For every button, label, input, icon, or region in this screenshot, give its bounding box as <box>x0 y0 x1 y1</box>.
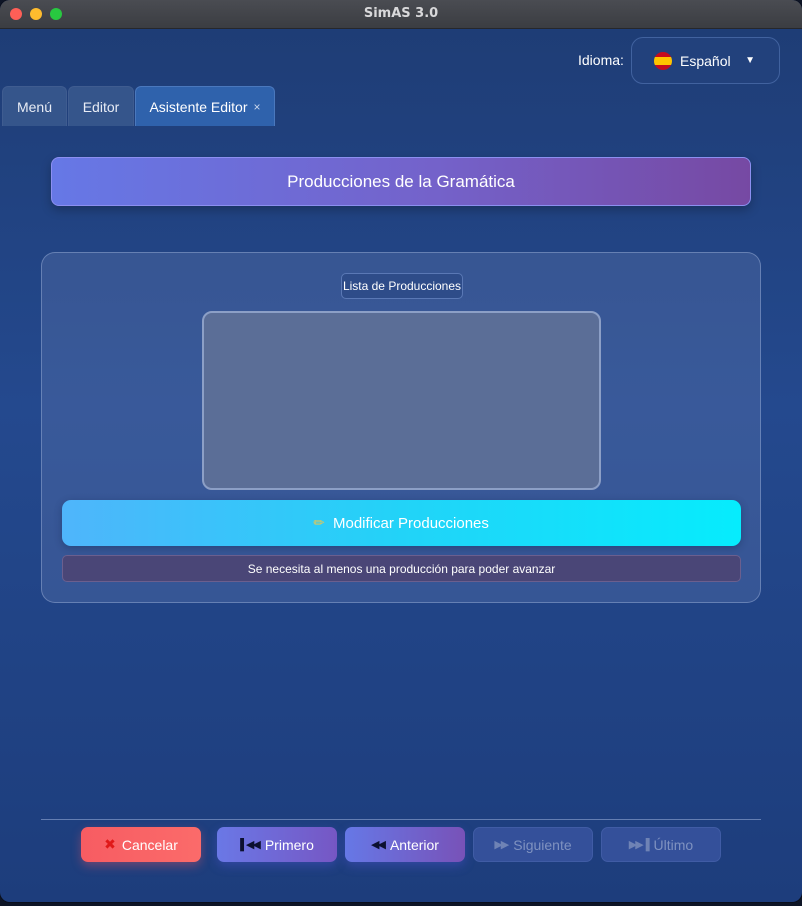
tab-label: Editor <box>82 98 120 115</box>
previous-label: Anterior <box>389 836 439 853</box>
last-button[interactable]: ▶▶▐ Último <box>601 827 721 862</box>
fast-forward-icon: ▶▶ <box>494 839 509 851</box>
validation-message: Se necesita al menos una producción para… <box>62 555 741 582</box>
language-select[interactable]: Español ▼ <box>631 37 780 84</box>
productions-panel: Lista de Producciones ✎ Modificar Produc… <box>41 252 761 603</box>
cancel-button[interactable]: ✖ Cancelar <box>81 827 201 862</box>
footer-divider <box>41 819 761 820</box>
title-bar: SimAS 3.0 <box>0 0 802 29</box>
app-window: SimAS 3.0 Idioma: Español ▼ Menú Editor … <box>0 0 802 902</box>
first-label: Primero <box>264 836 314 853</box>
tab-asistente-editor[interactable]: Asistente Editor × <box>135 86 275 126</box>
tab-label: Menú <box>16 98 53 115</box>
tab-label: Asistente Editor <box>149 98 248 115</box>
language-value: Español <box>680 53 731 69</box>
close-tab-icon[interactable]: × <box>254 100 261 114</box>
skip-last-icon: ▶▶▐ <box>628 839 650 851</box>
next-button[interactable]: ▶▶ Siguiente <box>473 827 593 862</box>
language-label: Idioma: <box>578 52 624 68</box>
rewind-icon: ◀◀ <box>371 839 386 851</box>
productions-list[interactable] <box>202 311 601 490</box>
cancel-label: Cancelar <box>121 836 178 853</box>
modify-productions-button[interactable]: ✎ Modificar Producciones <box>62 500 741 546</box>
previous-button[interactable]: ◀◀ Anterior <box>345 827 465 862</box>
skip-first-icon: ▌◀◀ <box>240 839 261 851</box>
chevron-down-icon: ▼ <box>745 55 755 66</box>
cross-icon: ✖ <box>104 836 116 852</box>
section-header: Producciones de la Gramática <box>51 157 751 206</box>
productions-list-title: Lista de Producciones <box>341 273 463 299</box>
next-label: Siguiente <box>513 836 572 853</box>
tab-editor[interactable]: Editor <box>68 86 134 126</box>
section-title: Producciones de la Gramática <box>287 171 515 191</box>
first-button[interactable]: ▌◀◀ Primero <box>217 827 337 862</box>
spain-flag-icon <box>654 52 672 70</box>
tab-menu[interactable]: Menú <box>2 86 67 126</box>
modify-productions-label: Modificar Producciones <box>333 514 489 532</box>
pencil-icon: ✎ <box>310 513 329 532</box>
last-label: Último <box>653 836 694 853</box>
window-title: SimAS 3.0 <box>363 6 439 21</box>
